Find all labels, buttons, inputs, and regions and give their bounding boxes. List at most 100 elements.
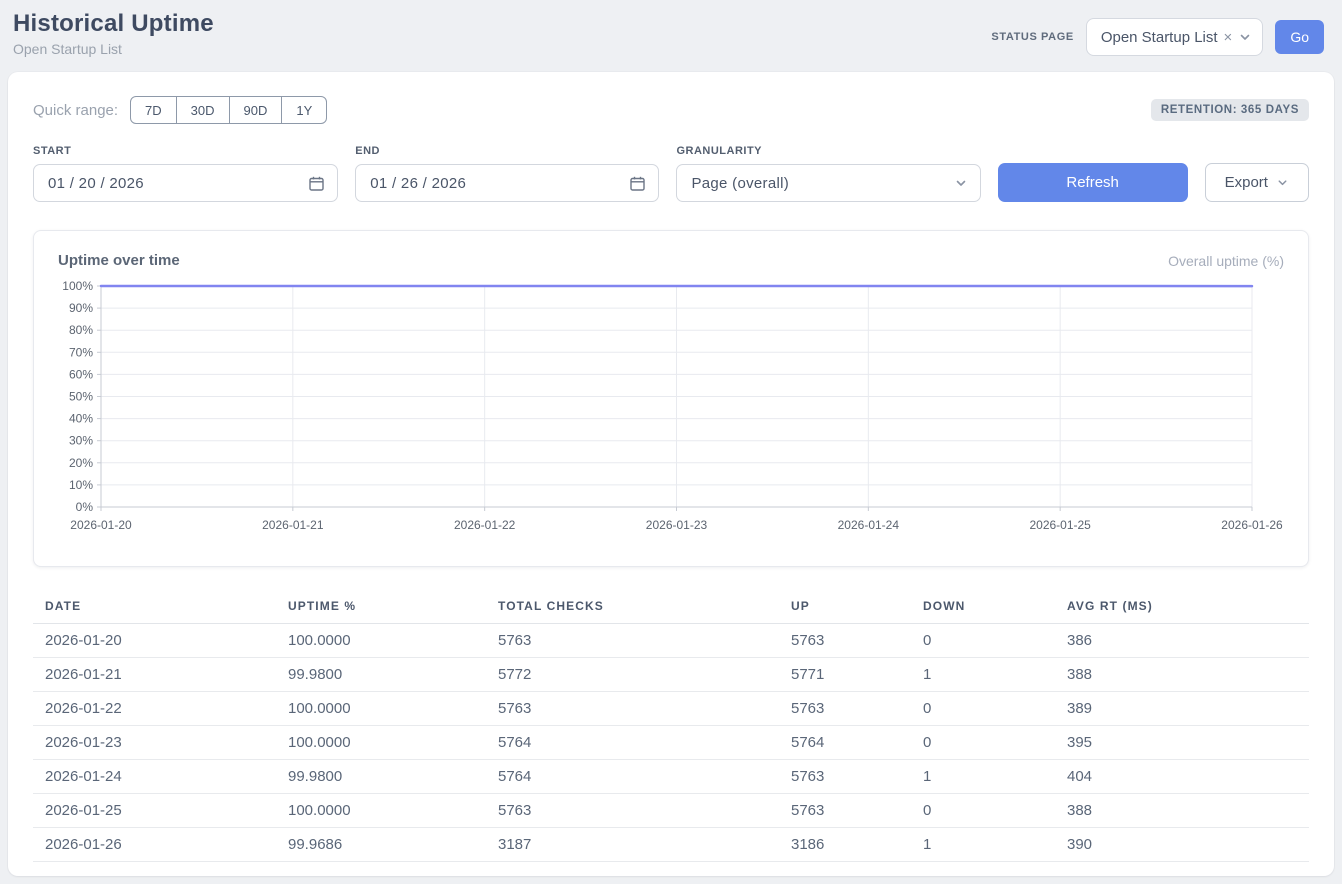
table-cell: 2026-01-25 — [33, 794, 276, 828]
main-panel: Quick range: 7D 30D 90D 1Y RETENTION: 36… — [8, 72, 1334, 876]
start-date-value: 01 / 20 / 2026 — [48, 175, 144, 192]
table-cell: 5764 — [486, 760, 779, 794]
table-cell: 5763 — [779, 624, 911, 658]
table-cell: 100.0000 — [276, 692, 486, 726]
table-cell: 5763 — [779, 760, 911, 794]
header-controls: STATUS PAGE Open Startup List × Go — [991, 18, 1324, 56]
svg-text:2026-01-24: 2026-01-24 — [838, 518, 900, 532]
table-cell: 5772 — [486, 658, 779, 692]
svg-text:20%: 20% — [69, 456, 93, 470]
table-cell: 2026-01-26 — [33, 828, 276, 862]
quick-range-row: Quick range: 7D 30D 90D 1Y RETENTION: 36… — [33, 96, 1309, 124]
table-column-header: AVG RT (MS) — [1055, 591, 1309, 624]
svg-text:2026-01-20: 2026-01-20 — [70, 518, 132, 532]
svg-text:80%: 80% — [69, 323, 93, 337]
quick-range-90d-button[interactable]: 90D — [229, 96, 283, 124]
table-cell: 1 — [911, 658, 1055, 692]
quick-range-label: Quick range: — [33, 102, 118, 119]
svg-text:2026-01-22: 2026-01-22 — [454, 518, 516, 532]
uptime-table-body: 2026-01-20100.00005763576303862026-01-21… — [33, 624, 1309, 862]
table-cell: 2026-01-20 — [33, 624, 276, 658]
refresh-button[interactable]: Refresh — [998, 163, 1188, 202]
end-date-value: 01 / 26 / 2026 — [370, 175, 466, 192]
calendar-icon[interactable] — [308, 175, 325, 192]
end-label: END — [355, 145, 659, 157]
granularity-label: GRANULARITY — [676, 145, 980, 157]
quick-range-30d-button[interactable]: 30D — [176, 96, 230, 124]
uptime-chart-card: Uptime over time Overall uptime (%) 0% 10… — [33, 230, 1309, 567]
table-cell: 390 — [1055, 828, 1309, 862]
table-row: 2026-01-20100.0000576357630386 — [33, 624, 1309, 658]
table-row: 2026-01-25100.0000576357630388 — [33, 794, 1309, 828]
end-date-input[interactable]: 01 / 26 / 2026 — [355, 164, 659, 202]
svg-text:40%: 40% — [69, 412, 93, 426]
table-column-header: DATE — [33, 591, 276, 624]
retention-badge: RETENTION: 365 DAYS — [1151, 99, 1309, 121]
granularity-select[interactable]: Page (overall) — [676, 164, 980, 202]
export-button[interactable]: Export — [1205, 163, 1309, 202]
svg-text:90%: 90% — [69, 301, 93, 315]
chevron-down-icon — [1276, 176, 1289, 189]
table-column-header: TOTAL CHECKS — [486, 591, 779, 624]
quick-range-7d-button[interactable]: 7D — [130, 96, 177, 124]
table-row: 2026-01-2199.9800577257711388 — [33, 658, 1309, 692]
filters-row: START 01 / 20 / 2026 END 01 / 26 / 2026 … — [33, 145, 1309, 202]
status-page-selected-value: Open Startup List — [1101, 29, 1218, 46]
table-cell: 5763 — [486, 692, 779, 726]
table-cell: 389 — [1055, 692, 1309, 726]
table-cell: 395 — [1055, 726, 1309, 760]
uptime-table: DATEUPTIME %TOTAL CHECKSUPDOWNAVG RT (MS… — [33, 591, 1309, 862]
svg-text:100%: 100% — [62, 279, 93, 293]
start-label: START — [33, 145, 338, 157]
svg-text:2026-01-25: 2026-01-25 — [1029, 518, 1091, 532]
svg-text:10%: 10% — [69, 478, 93, 492]
table-cell: 2026-01-21 — [33, 658, 276, 692]
table-cell: 5771 — [779, 658, 911, 692]
svg-text:50%: 50% — [69, 390, 93, 404]
title-block: Historical Uptime Open Startup List — [13, 10, 214, 57]
quick-range-1y-button[interactable]: 1Y — [281, 96, 327, 124]
table-column-header: UPTIME % — [276, 591, 486, 624]
table-cell: 99.9800 — [276, 760, 486, 794]
table-cell: 1 — [911, 760, 1055, 794]
page-subtitle: Open Startup List — [13, 41, 214, 57]
svg-text:2026-01-21: 2026-01-21 — [262, 518, 324, 532]
uptime-table-wrap: DATEUPTIME %TOTAL CHECKSUPDOWNAVG RT (MS… — [33, 591, 1309, 862]
svg-text:60%: 60% — [69, 367, 93, 381]
uptime-chart-svg: 0%10%20%30%40%50%60%70%80%90%100%2026-01… — [58, 277, 1285, 539]
table-cell: 100.0000 — [276, 794, 486, 828]
table-cell: 0 — [911, 794, 1055, 828]
start-date-input[interactable]: 01 / 20 / 2026 — [33, 164, 338, 202]
table-cell: 5763 — [779, 794, 911, 828]
table-cell: 0 — [911, 624, 1055, 658]
table-cell: 5764 — [779, 726, 911, 760]
table-cell: 2026-01-24 — [33, 760, 276, 794]
table-cell: 100.0000 — [276, 726, 486, 760]
chart-legend: Overall uptime (%) — [1168, 253, 1284, 269]
clear-icon[interactable]: × — [1224, 30, 1233, 45]
table-cell: 5763 — [779, 692, 911, 726]
table-cell: 404 — [1055, 760, 1309, 794]
status-page-select[interactable]: Open Startup List × — [1086, 18, 1264, 56]
chart-title: Uptime over time — [58, 252, 180, 269]
table-cell: 388 — [1055, 658, 1309, 692]
svg-text:0%: 0% — [76, 500, 94, 514]
table-column-header: UP — [779, 591, 911, 624]
table-row: 2026-01-2499.9800576457631404 — [33, 760, 1309, 794]
page-header: Historical Uptime Open Startup List STAT… — [0, 0, 1342, 64]
table-row: 2026-01-22100.0000576357630389 — [33, 692, 1309, 726]
table-cell: 3186 — [779, 828, 911, 862]
go-button[interactable]: Go — [1275, 20, 1324, 54]
calendar-icon[interactable] — [629, 175, 646, 192]
svg-text:2026-01-23: 2026-01-23 — [646, 518, 708, 532]
svg-text:2026-01-26: 2026-01-26 — [1221, 518, 1283, 532]
table-cell: 2026-01-23 — [33, 726, 276, 760]
chevron-down-icon — [1238, 30, 1252, 44]
table-cell: 99.9686 — [276, 828, 486, 862]
chevron-down-icon — [954, 176, 968, 190]
export-button-label: Export — [1225, 174, 1268, 191]
table-cell: 99.9800 — [276, 658, 486, 692]
table-cell: 5763 — [486, 624, 779, 658]
page-title: Historical Uptime — [13, 10, 214, 38]
table-column-header: DOWN — [911, 591, 1055, 624]
